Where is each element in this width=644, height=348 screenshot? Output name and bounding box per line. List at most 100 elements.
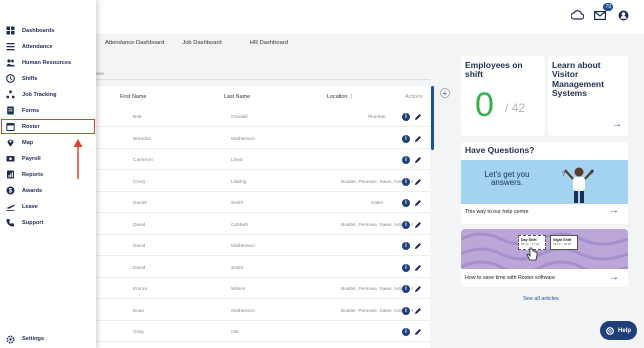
sidebar-item-awards[interactable]: $ Awards (6, 185, 94, 197)
table-row[interactable]: Cameron Lloyd i (96, 153, 430, 170)
sidebar-item-label: Payroll (22, 155, 41, 162)
info-icon[interactable]: i (402, 156, 410, 164)
row-actions: i (402, 156, 422, 164)
visitor-management-title: Learn about Visitor Management Systems (552, 60, 604, 99)
user-icon[interactable] (616, 8, 630, 22)
edit-pencil-icon[interactable] (414, 178, 422, 186)
reports-icon (6, 170, 15, 179)
header-last-name[interactable]: Last Name (224, 94, 250, 100)
cell-last-name: Matheeson (231, 136, 255, 142)
people-icon (6, 58, 15, 67)
roster-article-link[interactable]: How to save time with Roster software (465, 275, 555, 281)
sidebar-item-forms[interactable]: Forms (6, 105, 94, 117)
cell-first-name: Crazy (133, 179, 146, 185)
roster-banner[interactable]: Day Shift 08:00 – 17:00 Night Shift 18:0… (461, 229, 628, 269)
help-centre-link[interactable]: This way to our help centre (465, 209, 529, 215)
arrow-up-icon (73, 139, 83, 179)
edit-pencil-icon[interactable] (414, 221, 422, 229)
cell-first-name: Greg (133, 330, 144, 335)
edit-pencil-icon[interactable] (414, 113, 422, 121)
cell-first-name: Euan (133, 308, 145, 314)
table-row[interactable]: Daniel Smith Sales i (96, 196, 430, 213)
questions-title: Have Questions? (465, 145, 535, 155)
header-location[interactable]: Location ⋮ (327, 94, 354, 100)
cell-last-name: Olu (231, 330, 239, 335)
gear-icon (6, 334, 15, 344)
cell-first-name: Emma (133, 287, 147, 292)
sidebar-item-label: Support (22, 219, 44, 226)
sidebar-item-settings[interactable]: Settings (6, 333, 94, 345)
info-icon[interactable]: i (402, 285, 410, 293)
arrow-right-icon[interactable]: → (612, 119, 622, 130)
info-icon[interactable]: i (402, 242, 410, 250)
add-button[interactable]: + (440, 88, 450, 98)
employees-on-shift-card[interactable]: Employees on shift 0 / 42 (461, 56, 545, 136)
cell-first-name: David (133, 265, 146, 271)
cell-last-name: Wilson (231, 287, 246, 292)
edit-pencil-icon[interactable] (414, 328, 422, 336)
arrow-right-icon[interactable]: → (609, 272, 619, 283)
info-icon[interactable]: i (402, 177, 410, 186)
edit-pencil-icon[interactable] (414, 307, 422, 315)
info-icon[interactable]: i (402, 263, 410, 272)
row-actions: i (402, 285, 422, 293)
sidebar-item-job-tracking[interactable]: Job Tracking (6, 89, 94, 101)
table-scrollbar[interactable] (431, 86, 434, 150)
edit-pencil-icon[interactable] (414, 156, 422, 164)
employees-count: 0 (475, 86, 494, 124)
table-row[interactable]: David Smith i (96, 261, 430, 278)
help-button[interactable]: Help (600, 321, 637, 340)
sidebar-item-dashboards[interactable]: Dashboards (6, 25, 94, 37)
mail-icon[interactable]: 79 (593, 3, 613, 22)
tab-job-dashboard[interactable]: Job Dashboard (173, 38, 230, 48)
night-shift-time: 18:00 – 23:00 (553, 242, 572, 246)
info-icon[interactable]: i (402, 220, 410, 229)
roster-article-card: Day Shift 08:00 – 17:00 Night Shift 18:0… (461, 229, 628, 287)
table-row[interactable]: Euan Matheeson Builder, Pennisie, Sales, A… (96, 304, 430, 321)
info-icon[interactable]: i (402, 113, 410, 121)
row-actions: i (402, 328, 422, 336)
edit-pencil-icon[interactable] (414, 135, 422, 143)
tab-attendance-dashboard[interactable]: Attendance Dashboard (96, 38, 173, 48)
employees-total: / 42 (505, 101, 526, 115)
row-actions: i (402, 113, 422, 121)
see-all-articles-link[interactable]: See all articles (523, 296, 559, 302)
info-icon[interactable]: i (402, 306, 410, 315)
row-actions: i (402, 134, 422, 143)
table-row[interactable]: Crazy Littelrig Builder, Pennisie, Sales, … (96, 175, 430, 192)
roster-highlight-box (1, 119, 95, 134)
sidebar-item-attendance[interactable]: Attendance (6, 41, 94, 53)
info-icon[interactable]: i (402, 134, 410, 143)
sidebar-item-shifts[interactable]: Shifts (6, 73, 94, 85)
edit-pencil-icon[interactable] (414, 199, 422, 207)
visitor-management-card[interactable]: Learn about Visitor Management Systems → (548, 56, 628, 136)
edit-pencil-icon[interactable] (414, 264, 422, 272)
arrow-right-icon[interactable]: → (609, 205, 619, 216)
tab-partial[interactable]: ees (96, 72, 104, 77)
tab-hr-dashboard[interactable]: HR Dashboard (241, 38, 297, 48)
sidebar-item-label: Leave (22, 203, 38, 210)
sidebar-item-label: Shifts (22, 75, 38, 82)
table-row[interactable]: David Cobbett Builder, Pennisie, Sales, Ad… (96, 218, 430, 235)
sidebar-item-human-resources[interactable]: Human Resources (6, 57, 94, 69)
sidebar-item-leave[interactable]: Leave (6, 201, 94, 213)
info-icon[interactable]: i (402, 328, 410, 336)
cell-first-name: David (133, 244, 146, 249)
table-row[interactable]: Emma Wilson Builder, Pennisie, Sales, Admi… (96, 282, 430, 299)
cell-first-name: Daniel (133, 201, 147, 206)
table-row[interactable]: Brandon Matheeson i (96, 132, 430, 149)
person-illustration: ? ? (562, 167, 594, 203)
edit-pencil-icon[interactable] (414, 285, 422, 293)
table-row[interactable]: Bob Goodall Plumber i (96, 110, 430, 127)
cloud-icon[interactable] (570, 8, 584, 22)
sidebar-item-label: Dashboards (22, 27, 55, 34)
help-banner[interactable]: Let's get you answers. ? ? (461, 160, 628, 204)
table-row[interactable]: Greg Olu i (96, 325, 430, 342)
edit-pencil-icon[interactable] (414, 242, 422, 250)
header-first-name[interactable]: First Name (120, 94, 146, 100)
phone-icon (6, 218, 15, 227)
info-icon[interactable]: i (402, 199, 410, 207)
cell-last-name: Matheeson (231, 308, 255, 314)
table-row[interactable]: David Matheeson i (96, 239, 430, 256)
sidebar-item-support[interactable]: Support (6, 217, 94, 229)
